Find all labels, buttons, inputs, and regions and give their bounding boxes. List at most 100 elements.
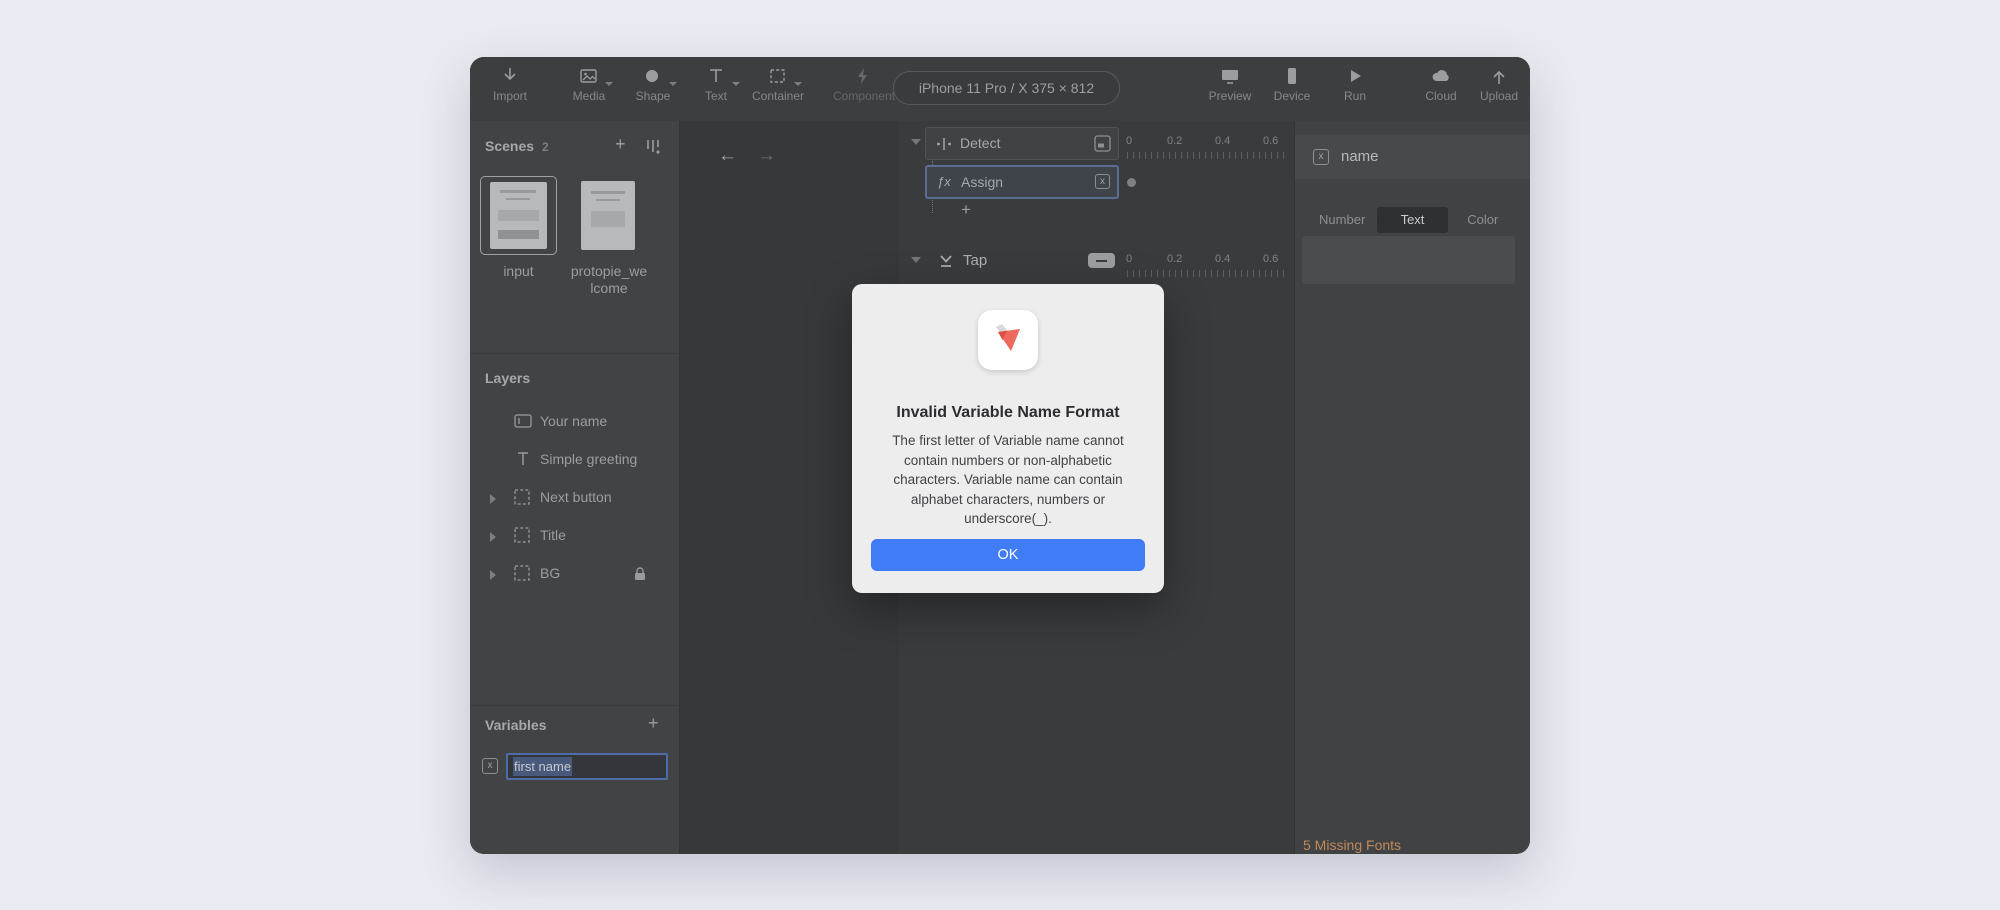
remove-trigger-button[interactable] <box>1088 253 1115 268</box>
forward-arrow-button[interactable]: → <box>757 145 776 167</box>
trigger-detect[interactable]: Detect <box>925 127 1119 160</box>
tab-text[interactable]: Text <box>1377 207 1448 233</box>
layer-row-your-name[interactable]: Your name <box>470 403 680 441</box>
variables-title: Variables <box>485 717 547 733</box>
device-preset-selector[interactable]: iPhone 11 Pro / X 375 × 812 <box>893 71 1120 105</box>
toolbar-label: Preview <box>1208 89 1252 103</box>
toolbar-container[interactable]: Container <box>748 66 808 114</box>
toolbar-run[interactable]: Run <box>1325 66 1385 114</box>
timeline-tick-label: 0.6 <box>1263 253 1279 265</box>
media-icon <box>580 69 597 83</box>
expand-triangle-icon[interactable] <box>490 570 496 580</box>
detect-badge-icon[interactable] <box>1094 135 1111 152</box>
scene-name-input[interactable]: input <box>480 263 557 280</box>
variable-type-icon: x <box>482 758 498 774</box>
collapse-triangle-icon[interactable] <box>911 139 921 145</box>
scene-count-badge: 2 <box>542 140 549 154</box>
scenes-title: Scenes 2 <box>485 138 549 154</box>
add-variable-button[interactable]: + <box>648 714 659 732</box>
preview-monitor-icon <box>1222 70 1238 84</box>
scene-list-view-icon[interactable] <box>644 137 662 155</box>
variable-type-icon: x <box>1313 149 1329 165</box>
toolbar-text[interactable]: Text <box>686 66 746 114</box>
toolbar-label: Shape <box>635 89 671 103</box>
lock-icon[interactable] <box>632 566 648 582</box>
toolbar-device[interactable]: Device <box>1262 66 1322 114</box>
scene-thumbnail-preview <box>591 211 625 227</box>
scene-name-protopie-welcome[interactable]: protopie_welcome <box>570 263 648 297</box>
tab-color[interactable]: Color <box>1448 207 1518 233</box>
toolbar-upload[interactable]: Upload <box>1469 66 1529 114</box>
toolbar-label: Import <box>492 89 527 103</box>
scenes-title-text: Scenes <box>485 138 535 154</box>
toolbar: Import Media Shape Text Container Compon… <box>470 57 1530 121</box>
layers-title: Layers <box>485 370 531 386</box>
expand-triangle-icon[interactable] <box>490 532 496 542</box>
layer-label: Title <box>540 527 566 543</box>
layer-row-bg[interactable]: BG <box>470 555 680 593</box>
layer-row-next-button[interactable]: Next button <box>470 479 680 517</box>
variable-name-title: name <box>1341 148 1379 165</box>
layer-label: Your name <box>540 413 608 429</box>
add-scene-button[interactable]: + <box>615 135 626 153</box>
tab-number[interactable]: Number <box>1307 207 1377 233</box>
scene-thumbnail-preview <box>591 191 625 194</box>
toolbar-label: Media <box>572 89 606 103</box>
add-response-button[interactable]: + <box>961 201 971 219</box>
caret-down-icon <box>605 82 613 86</box>
timeline-tick-label: 0 <box>1126 135 1133 147</box>
minus-icon <box>1096 259 1107 262</box>
phone-icon <box>1288 68 1296 84</box>
toolbar-label: Text <box>704 89 727 103</box>
scene-thumbnail-input[interactable] <box>490 182 547 249</box>
variable-value-box[interactable] <box>1302 236 1515 284</box>
variable-x-badge-icon: x <box>1095 174 1110 189</box>
sidebar-divider <box>470 705 680 706</box>
toolbar-media[interactable]: Media <box>559 66 619 114</box>
toolbar-label: Cloud <box>1425 89 1457 103</box>
trigger-label: Detect <box>960 135 1001 151</box>
expand-triangle-icon[interactable] <box>490 494 496 504</box>
layer-label: Simple greeting <box>540 451 638 467</box>
variable-name-input[interactable]: first name <box>506 753 668 780</box>
timeline-tick-label: 0.2 <box>1167 135 1183 147</box>
input-field-icon <box>514 414 532 428</box>
collapse-triangle-icon[interactable] <box>911 257 921 263</box>
left-sidebar: Scenes 2 + input protopie_welcome Layers <box>470 121 680 854</box>
timeline-ruler[interactable] <box>1127 270 1287 277</box>
missing-fonts-warning[interactable]: 5 Missing Fonts <box>1303 837 1401 853</box>
protopie-logo-tile <box>978 310 1038 370</box>
variable-type-tabs: Number Text Color <box>1307 207 1518 233</box>
layer-row-title[interactable]: Title <box>470 517 680 555</box>
scene-thumbnail-protopie-welcome[interactable] <box>581 181 635 250</box>
toolbar-import[interactable]: Import <box>480 66 540 114</box>
component-icon <box>858 68 867 84</box>
timeline-ruler[interactable] <box>1127 152 1287 159</box>
variable-row: x first name <box>470 753 680 783</box>
dialog-title: Invalid Variable Name Format <box>896 404 1120 421</box>
import-icon <box>504 68 516 81</box>
toolbar-component[interactable]: Component <box>833 66 895 114</box>
response-assign-selected[interactable]: ƒx Assign x <box>925 165 1119 199</box>
toolbar-cloud[interactable]: Cloud <box>1411 66 1471 114</box>
ok-button[interactable]: OK <box>871 539 1145 571</box>
container-icon <box>770 69 785 83</box>
timeline-tick-label: 0.2 <box>1167 253 1183 265</box>
cloud-icon <box>1432 70 1449 81</box>
timeline-tick-label: 0.6 <box>1263 135 1279 147</box>
back-arrow-button[interactable]: ← <box>718 145 737 167</box>
timeline-tick-label: 0 <box>1126 253 1133 265</box>
layer-row-simple-greeting[interactable]: Simple greeting <box>470 441 680 479</box>
toolbar-shape[interactable]: Shape <box>623 66 683 114</box>
scene-thumbnail-preview <box>500 190 536 193</box>
trigger-tap-label[interactable]: Tap <box>963 252 987 269</box>
timeline-handle[interactable] <box>1127 178 1136 187</box>
toolbar-preview[interactable]: Preview <box>1200 66 1260 114</box>
timeline-tick-label: 0.4 <box>1215 135 1231 147</box>
toolbar-label: Container <box>751 89 805 103</box>
scene-thumbnail-preview <box>498 230 539 239</box>
scene-thumbnail-selected-frame[interactable] <box>480 176 557 255</box>
layer-label: BG <box>540 565 561 581</box>
toolbar-label: Run <box>1343 89 1366 103</box>
scene-thumbnail-preview <box>506 198 530 200</box>
